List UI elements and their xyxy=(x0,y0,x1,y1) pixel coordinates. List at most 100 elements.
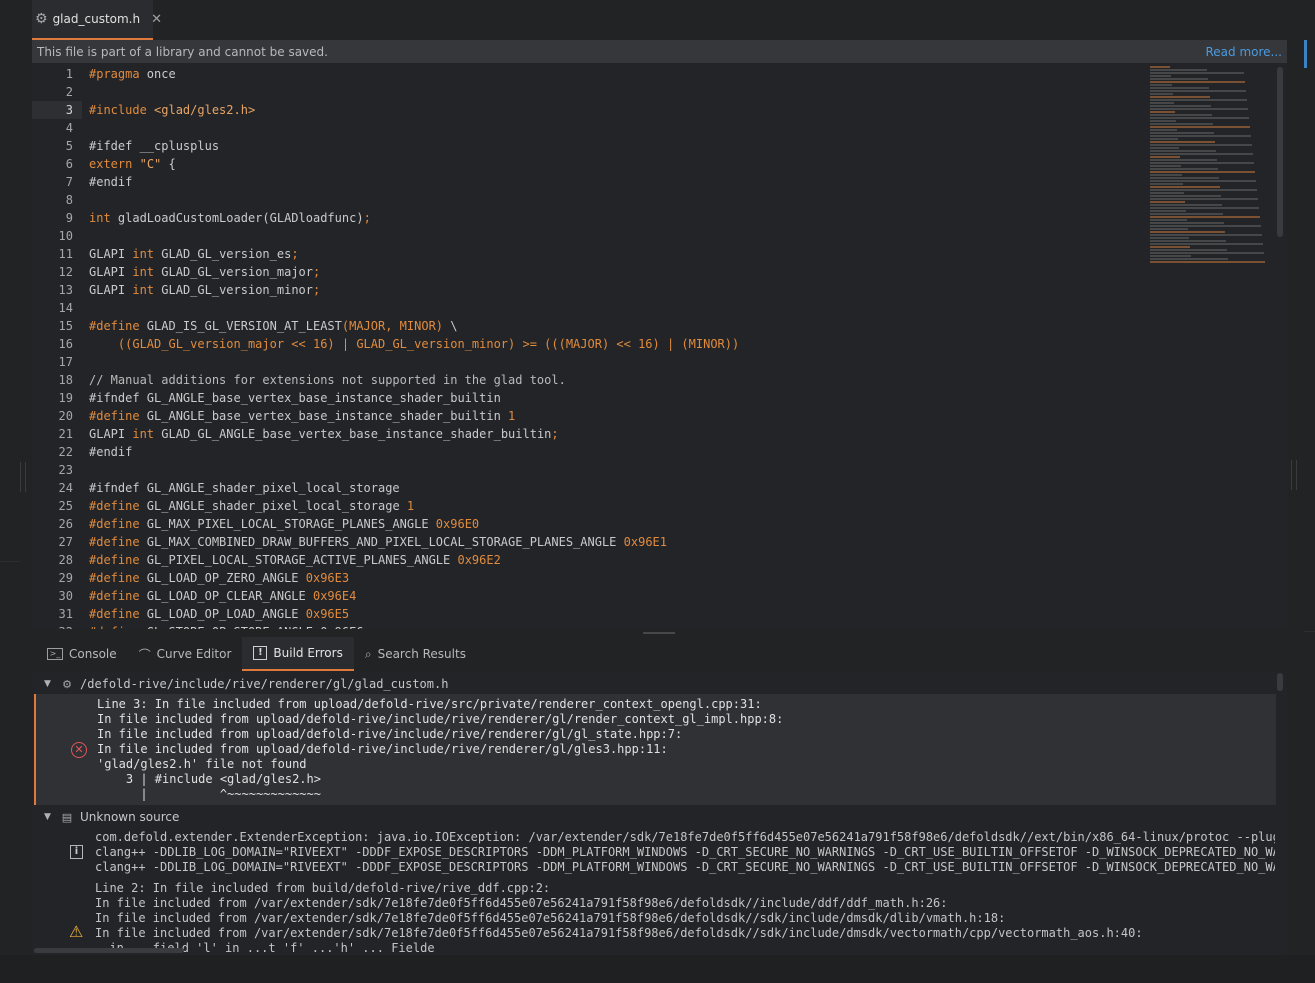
code-line[interactable]: #define GL_MAX_COMBINED_DRAW_BUFFERS_AND… xyxy=(89,533,1169,551)
line-number: 17 xyxy=(58,355,73,369)
code-line[interactable]: // Manual additions for extensions not s… xyxy=(89,371,1169,389)
code-token: GLAPI xyxy=(89,427,133,441)
code-line[interactable] xyxy=(89,227,1169,245)
code-token: #define xyxy=(89,535,140,549)
minimap[interactable] xyxy=(1150,65,1287,265)
code-token: 0x96E4 xyxy=(312,589,357,603)
close-icon[interactable]: ✕ xyxy=(151,12,162,27)
code-token: GL_LOAD_OP_CLEAR_ANGLE xyxy=(139,589,313,603)
code-token: GLAPI xyxy=(89,265,133,279)
line-number: 3 xyxy=(32,101,82,119)
code-line[interactable]: #ifndef GL_ANGLE_base_vertex_base_instan… xyxy=(89,389,1169,407)
tab-search-results[interactable]: ⌕ Search Results xyxy=(354,637,477,671)
code-line[interactable]: #define GL_ANGLE_shader_pixel_local_stor… xyxy=(89,497,1169,515)
minimap-line xyxy=(1150,141,1215,143)
minimap-line xyxy=(1150,261,1265,263)
code-line[interactable]: GLAPI int GLAD_GL_version_es; xyxy=(89,245,1169,263)
output-horizontal-scrollbar[interactable] xyxy=(34,948,184,953)
right-dock-divider xyxy=(1304,631,1315,632)
tab-curve-editor[interactable]: ⌒ Curve Editor xyxy=(128,637,243,671)
code-token: #define xyxy=(89,607,140,621)
tab-glad-custom[interactable]: ⚙ glad_custom.h ✕ xyxy=(32,0,162,40)
code-editor[interactable]: 1 2 3 4 5 6 7 8 9 10 11 12 13 14 15 16 17 18 19 20 21 22 23 24 2… xyxy=(32,63,1287,629)
code-token: GLAD_GL_version_minor xyxy=(154,283,313,297)
panel-splitter[interactable] xyxy=(32,629,1287,637)
expand-caret-icon[interactable]: ▼ xyxy=(44,679,54,689)
unknown-source-header[interactable]: ▼ ▤ Unknown source xyxy=(32,808,179,826)
code-line[interactable]: #define GL_MAX_PIXEL_LOCAL_STORAGE_PLANE… xyxy=(89,515,1169,533)
code-line[interactable]: GLAPI int GLAD_GL_version_major; xyxy=(89,263,1169,281)
code-line[interactable]: GLAPI int GLAD_GL_ANGLE_base_vertex_base… xyxy=(89,425,1169,443)
tab-console[interactable]: >_ Console xyxy=(36,637,128,671)
warning-message[interactable]: Line 2: In file included from build/defo… xyxy=(95,881,1275,955)
code-line[interactable]: #ifdef __cplusplus xyxy=(89,137,1169,155)
line-number: 31 xyxy=(58,607,73,621)
code-line[interactable] xyxy=(89,353,1169,371)
info-message[interactable]: com.defold.extender.ExtenderException: j… xyxy=(95,830,1275,875)
code-lines[interactable]: #pragma once #include <glad/gles2.h> #if… xyxy=(89,65,1169,629)
code-token: ; xyxy=(551,427,559,441)
code-line[interactable]: #endif xyxy=(89,173,1169,191)
code-line[interactable]: #define GL_ANGLE_base_vertex_base_instan… xyxy=(89,407,1169,425)
code-line[interactable] xyxy=(89,461,1169,479)
build-errors-panel[interactable]: ▼ ⚙ /defold-rive/include/rive/renderer/g… xyxy=(32,671,1287,955)
code-line[interactable]: int gladLoadCustomLoader(GLADloadfunc); xyxy=(89,209,1169,227)
line-number: 20 xyxy=(58,409,73,423)
code-token: GLAD_GL_ANGLE_base_vertex_base_instance_… xyxy=(154,427,552,441)
code-token: GL_ANGLE_base_vertex_base_instance_shade… xyxy=(139,409,509,423)
code-line[interactable]: #endif xyxy=(89,443,1169,461)
code-token: #ifndef GL_ANGLE_base_vertex_base_instan… xyxy=(89,391,501,405)
code-line[interactable]: #define GL_LOAD_OP_CLEAR_ANGLE 0x96E4 xyxy=(89,587,1169,605)
splitter-grip[interactable] xyxy=(643,632,675,634)
code-token: int xyxy=(132,265,155,279)
error-line: 3 | #include <glad/gles2.h> xyxy=(97,772,321,786)
error-line: In file included from upload/defold-rive… xyxy=(97,727,683,741)
code-line[interactable] xyxy=(89,119,1169,137)
read-only-banner: This file is part of a library and canno… xyxy=(32,40,1287,63)
code-line[interactable] xyxy=(89,299,1169,317)
code-line[interactable]: #define GL_PIXEL_LOCAL_STORAGE_ACTIVE_PL… xyxy=(89,551,1169,569)
code-line[interactable]: #include <glad/gles2.h> xyxy=(89,101,1169,119)
error-line: Line 3: In file included from upload/def… xyxy=(97,697,762,711)
tab-console-label: Console xyxy=(69,647,117,661)
expand-caret-icon[interactable]: ▼ xyxy=(44,812,54,822)
code-line[interactable]: ((GLAD_GL_version_major << 16) | GLAD_GL… xyxy=(89,335,1169,353)
info-line: clang++ -DDLIB_LOG_DOMAIN="RIVEEXT" -DDD… xyxy=(95,845,1275,859)
minimap-line xyxy=(1150,189,1257,191)
minimap-line xyxy=(1150,117,1249,119)
code-token: GLAD_GL_version_major xyxy=(154,265,313,279)
right-splitter-handle[interactable] xyxy=(1291,460,1297,490)
error-entry[interactable]: ✕ Line 3: In file included from upload/d… xyxy=(34,694,1276,805)
code-line[interactable]: #define GL_LOAD_OP_LOAD_ANGLE 0x96E5 xyxy=(89,605,1169,623)
build-errors-icon: ! xyxy=(253,646,268,660)
minimap-line xyxy=(1150,225,1261,227)
read-more-link[interactable]: Read more... xyxy=(1206,45,1283,59)
code-line[interactable] xyxy=(89,83,1169,101)
code-token: \ xyxy=(443,319,458,333)
tab-build-errors[interactable]: ! Build Errors xyxy=(242,637,354,671)
line-number: 18 xyxy=(58,373,73,387)
warning-icon: ⚠ xyxy=(69,922,84,941)
minimap-line xyxy=(1150,66,1170,68)
line-number: 9 xyxy=(65,211,73,225)
code-line[interactable]: #ifndef GL_ANGLE_shader_pixel_local_stor… xyxy=(89,479,1169,497)
code-line[interactable]: GLAPI int GLAD_GL_version_minor; xyxy=(89,281,1169,299)
minimap-line xyxy=(1150,120,1176,122)
error-file-header[interactable]: ▼ ⚙ /defold-rive/include/rive/renderer/g… xyxy=(32,675,448,693)
code-line[interactable]: extern "C" { xyxy=(89,155,1169,173)
left-splitter-handle[interactable] xyxy=(20,462,26,492)
error-line: In file included from upload/defold-rive… xyxy=(97,742,668,756)
code-line[interactable]: #define GL_LOAD_OP_ZERO_ANGLE 0x96E3 xyxy=(89,569,1169,587)
code-token: ; xyxy=(313,283,321,297)
code-token: int xyxy=(89,211,111,225)
code-line[interactable]: #define GLAD_IS_GL_VERSION_AT_LEAST(MAJO… xyxy=(89,317,1169,335)
code-line[interactable]: #pragma once xyxy=(89,65,1169,83)
file-icon: ▤ xyxy=(61,810,73,824)
warning-line: In file included from /var/extender/sdk/… xyxy=(95,911,1006,925)
code-token: once xyxy=(139,67,176,81)
editor-scrollbar[interactable] xyxy=(1277,67,1283,237)
output-scrollbar[interactable] xyxy=(1277,673,1283,691)
code-line[interactable] xyxy=(89,191,1169,209)
minimap-line xyxy=(1150,201,1185,203)
line-number: 2 xyxy=(65,85,73,99)
